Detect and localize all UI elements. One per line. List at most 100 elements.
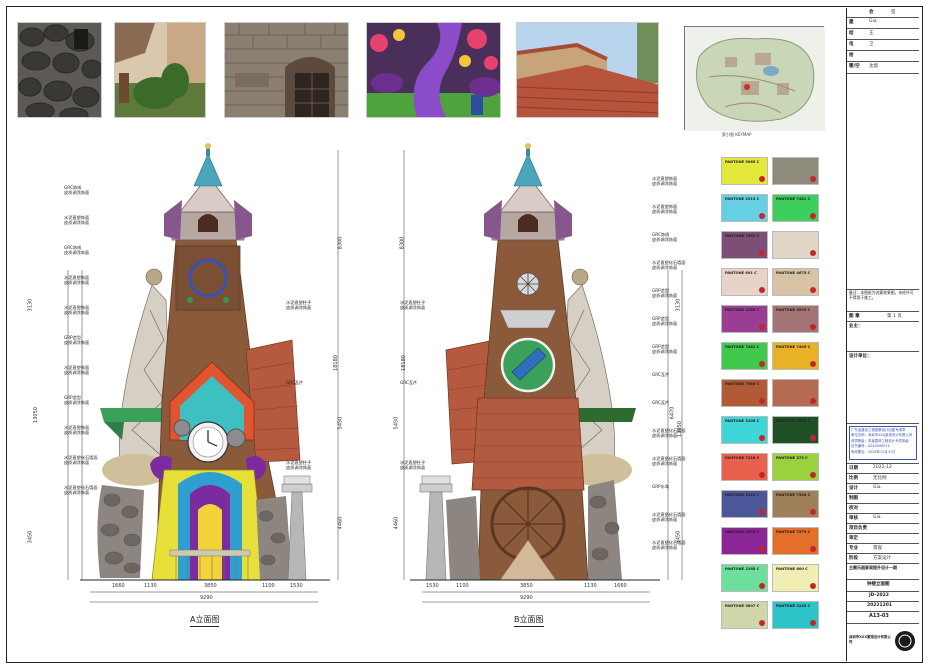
drawing-no-row: 20221201 [847,602,919,612]
sign-row-4: 给 [847,51,919,62]
drawing-number: 20221201 [867,603,893,608]
dimension-label: 5450 [393,416,400,430]
sign-row-3-label: 电 [849,42,854,47]
annot-a-item-2: GRC饰线 皮质调涂饰面 [64,245,89,255]
annot-b-left-item-2: 水泥直塑柱子 皮质调涂饰面 [400,460,425,470]
annot-b-item-text: GRC瓦片 [652,372,670,377]
swatch-marker-icon [759,546,765,552]
seal-label: 图 章 [849,314,860,319]
dimension-label: 1660 [614,583,627,589]
sign-row-2-value: 王 [869,31,874,36]
swatch-marker-icon [810,509,816,515]
countersign-header: 会 [869,10,874,15]
pantone-swatch: PANTONE 2915 C [721,194,768,222]
dimension-label: 3130 [27,298,34,312]
drawing-name-row: 钟楼立面图 [847,580,919,592]
dimension-label: 3130 [675,298,682,312]
pantone-swatch: PANTONE 3245 C [772,601,819,629]
dimension-label: 3450 [27,530,34,544]
sign-row-1: 建 Gia. [847,18,919,29]
title-field-label: 比例 [849,476,858,481]
pantone-code: PANTONE 2593 C [725,530,760,534]
annot-a-right-item-0: 水泥直塑柱子 皮质调涂饰面 [286,300,311,310]
pantone-code: PANTONE 7409 C [776,345,811,349]
dimension-label: 5450 [337,416,344,430]
annot-b-item-subtext: 皮质调涂饰面 [652,545,678,550]
elevation-b-drawing [403,143,683,603]
annot-b-item-8: GRC瓦片 [652,400,669,405]
title-field-row: 制图 [847,494,919,504]
annot-a-right-item-2: 水泥直塑柱子 皮质调涂饰面 [286,460,311,470]
annot-b-item-3: 水泥直塑化石墙面 皮质调涂饰面 [652,260,686,270]
annot-b-left-item-subtext: 皮质调涂饰面 [400,465,426,470]
title-field-value: 方案设计 [873,556,891,561]
countersign-header-2: 签 [891,10,896,15]
qualification-stamp: 广东省建设工程勘察设计出图专用章 单位名称：深圳市XXX景观设计有限公司 资质等级：… [849,426,917,460]
annot-b-item-6: GRP造型 皮质调涂饰面 [652,344,677,354]
annot-b-item-5: GRP造型 皮质调涂饰面 [652,316,677,326]
annot-a-item-6: 水泥直塑饰面 皮质调涂饰面 [64,365,89,375]
pantone-swatch: PANTONE 7652 C [721,231,768,259]
dimension-label: 4460 [393,516,400,530]
pantone-swatch: PANTONE 7416 C [721,453,768,481]
sign-row-2: 结 王 [847,29,919,40]
swatch-marker-icon [759,213,765,219]
pantone-code: PANTONE 375 C [776,456,808,460]
annot-b-item-0: 水泥直塑饰面 皮质调涂饰面 [652,176,677,186]
swatch-marker-icon [759,583,765,589]
sign-row-2-label: 结 [849,31,854,36]
swatch-marker-icon [759,324,765,330]
annot-b-item-subtext: 皮质调涂饰面 [652,209,678,214]
stamp-line: 有效期至：2026年12月31日 [851,449,896,454]
annot-b-item-11: GRP水车 [652,484,669,489]
swatch-marker-icon [810,583,816,589]
pantone-code: PANTONE 7652 C [725,234,760,238]
pantone-swatch: PANTONE 600 C [772,564,819,592]
dimension-label: 3850 [520,583,533,589]
annot-b-item-1: 水泥直塑饰面 皮质调涂饰面 [652,204,677,214]
annot-a-item-subtext: 皮质调涂饰面 [64,190,90,195]
annot-a-right-item-subtext: 皮质调涂饰面 [286,465,312,470]
title-field-row: 专业 景观 [847,544,919,554]
swatch-marker-icon [810,472,816,478]
pantone-code: PANTONE 600 C [776,567,808,571]
annot-a-right-item-1: GRC瓦片 [286,380,303,385]
company-name: 深圳市XXX景观设计有限公司 [849,635,891,644]
annot-b-left-item-subtext: 皮质调涂饰面 [400,305,426,310]
annot-b-item-subtext: 皮质调涂饰面 [652,349,678,354]
annot-b-item-text: GRP水车 [652,484,670,489]
title-field-row: 日期 2022-12 [847,464,919,474]
drawing-sheet: 索引图 KEYMAP GRC饰线 皮质调涂饰面 水泥直塑饰面 皮质调涂饰面 GR… [0,0,929,670]
annot-b-item-12: 水泥直塑化石墙面 皮质调涂饰面 [652,512,686,522]
annot-a-right-item-subtext: 皮质调涂饰面 [286,305,312,310]
title-field-label: 制图 [849,496,858,501]
title-field-label: 日期 [849,466,858,471]
annot-b-left-item-text: GRC瓦片 [400,380,418,385]
annot-b-item-7: GRC瓦片 [652,372,669,377]
annot-b-item-subtext: 皮质调涂饰面 [652,293,678,298]
swatch-marker-icon [759,176,765,182]
swatch-marker-icon [810,361,816,367]
title-field-label: 阶段 [849,556,858,561]
sign-row-5-value: 沈恩 [869,64,878,69]
pantone-swatch: PANTONE 4675 C [772,268,819,296]
annot-b-item-subtext: 皮质调涂饰面 [652,517,678,522]
dimension-label: 9290 [200,595,213,601]
company-seal-icon [895,631,915,651]
elevation-b-caption: B立面图 [514,614,544,627]
pantone-code: PANTONE 691 C [725,271,757,275]
dimension-label: 9290 [520,595,533,601]
stamp-row: 广东省建设工程勘察设计出图专用章 单位名称：深圳市XXX景观设计有限公司 资质等级：… [847,424,919,464]
swatch-marker-icon [759,361,765,367]
pantone-swatch: PANTONE 7482 C [721,342,768,370]
title-field-row: 项目负责 [847,524,919,534]
sign-row-4-label: 给 [849,53,854,58]
annot-a-item-1: 水泥直塑饰面 皮质调涂饰面 [64,215,89,225]
job-no-row: JD-2022 [847,592,919,602]
dimension-label: 3450 [675,530,682,544]
swatch-marker-icon [810,546,816,552]
annot-b-item-4: GRP造型 皮质调涂饰面 [652,288,677,298]
drawing-name: 钟楼立面图 [867,582,890,587]
title-field-label: 设计 [849,486,858,491]
annot-b-item-10: 水泥直塑化石墙面 皮质调涂饰面 [652,456,686,466]
